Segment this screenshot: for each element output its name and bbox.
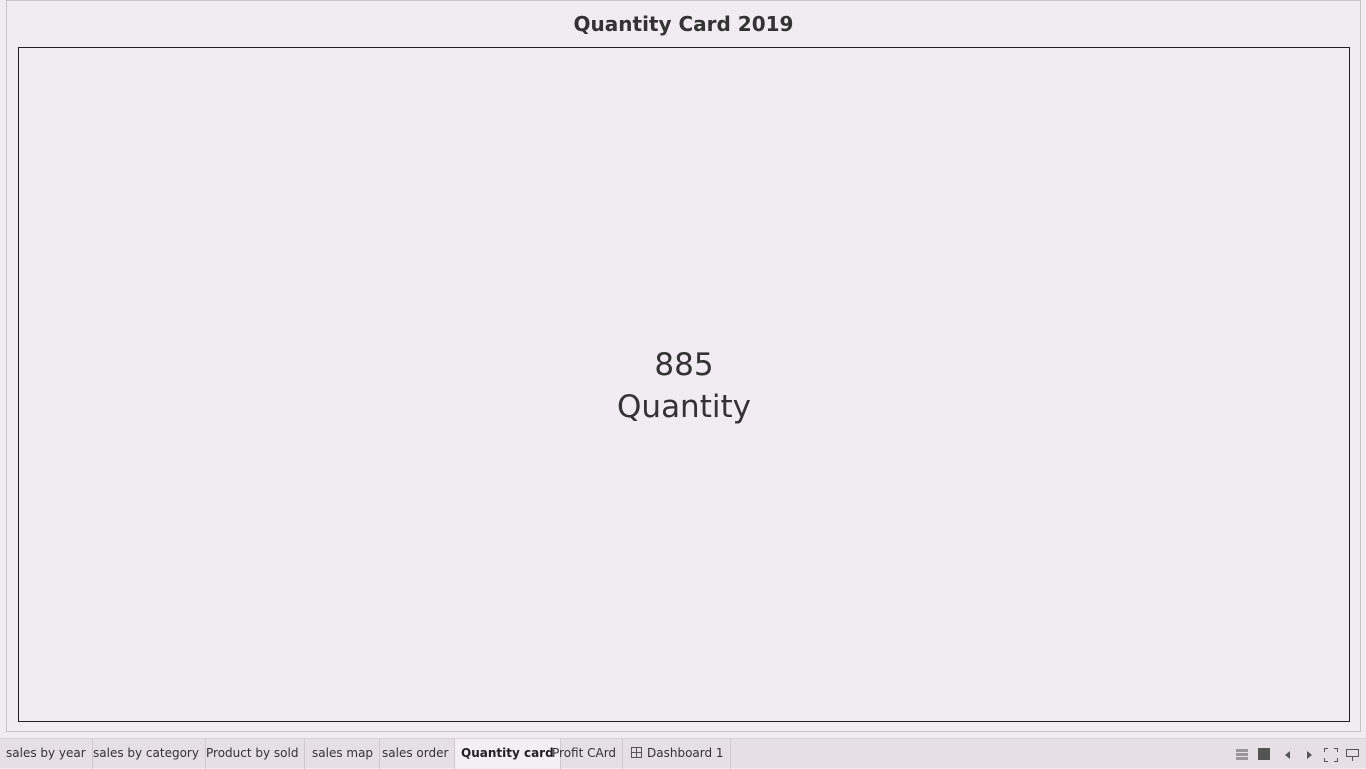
tab-dashboard-1[interactable]: Dashboard 1 bbox=[625, 739, 731, 769]
tab-sales-map[interactable]: sales map bbox=[306, 739, 381, 769]
next-sheet-icon[interactable] bbox=[1303, 748, 1317, 762]
tab-label: Product by sold bbox=[206, 746, 299, 760]
tab-sales-by-category[interactable]: sales by category bbox=[87, 739, 206, 769]
kpi-label: Quantity bbox=[617, 389, 751, 425]
worksheet: Quantity Card 2019 885 Quantity bbox=[6, 0, 1361, 732]
filmstrip-icon[interactable] bbox=[1258, 748, 1272, 762]
tab-label: sales order bbox=[382, 746, 449, 760]
tab-label: Quantity card bbox=[461, 746, 554, 760]
tab-label: sales by year bbox=[6, 746, 86, 760]
tab-label: Dashboard 1 bbox=[647, 746, 724, 760]
previous-sheet-icon[interactable] bbox=[1282, 748, 1296, 762]
tab-sales-order[interactable]: sales order bbox=[376, 739, 456, 769]
tab-label: sales map bbox=[312, 746, 374, 760]
tab-quantity-card[interactable]: Quantity card bbox=[455, 739, 561, 769]
show-sheets-icon[interactable] bbox=[1236, 748, 1250, 762]
tab-label: sales by category bbox=[93, 746, 199, 760]
presentation-mode-icon[interactable] bbox=[1346, 748, 1360, 762]
sheet-title: Quantity Card 2019 bbox=[573, 12, 794, 36]
viz-area[interactable]: 885 Quantity bbox=[18, 47, 1350, 722]
sheet-tab-bar: sales by year sales by category Product … bbox=[0, 738, 1366, 769]
tab-profit-card[interactable]: Profit CArd bbox=[546, 739, 624, 769]
fit-screen-icon[interactable] bbox=[1324, 748, 1338, 762]
kpi-card[interactable]: 885 Quantity bbox=[19, 344, 1349, 428]
kpi-value: 885 bbox=[654, 347, 714, 383]
tab-sales-by-year[interactable]: sales by year bbox=[0, 739, 93, 769]
dashboard-icon bbox=[631, 747, 642, 758]
tab-label: Profit CArd bbox=[552, 746, 617, 760]
tab-product-by-sold[interactable]: Product by sold bbox=[200, 739, 306, 769]
